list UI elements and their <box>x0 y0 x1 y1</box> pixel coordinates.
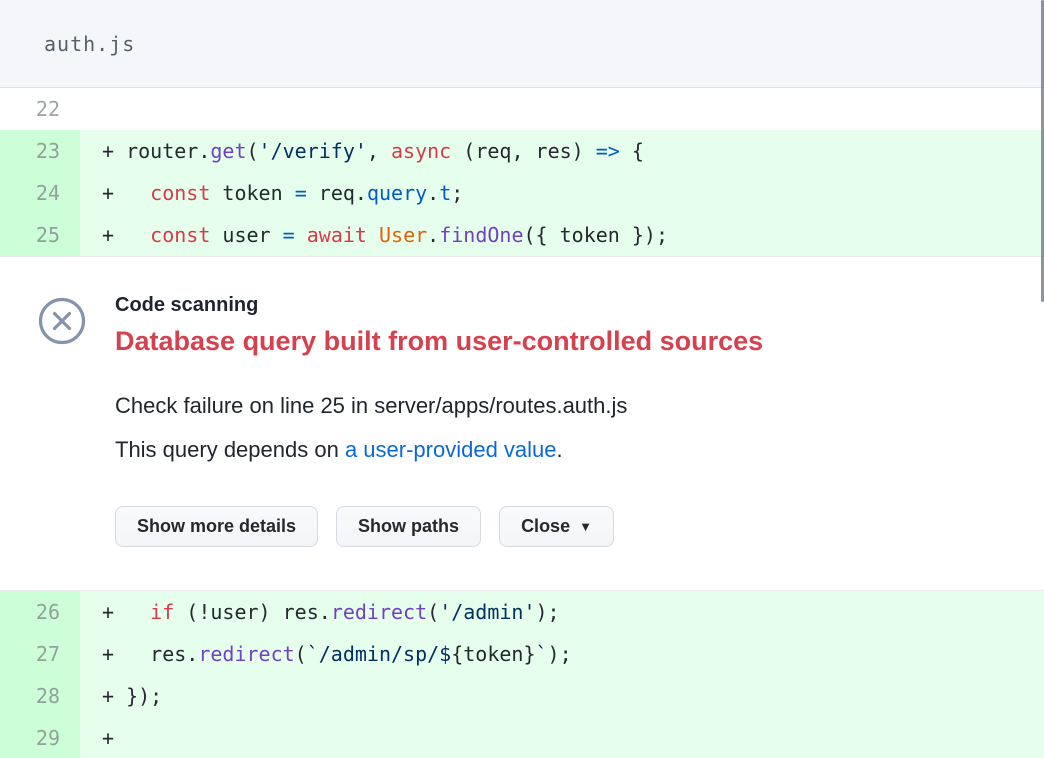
code-token: const <box>150 223 210 247</box>
code-token: + router. <box>102 139 210 163</box>
line-number-cell[interactable]: 29 <box>0 717 80 758</box>
code-token: ( <box>247 139 259 163</box>
alert-buttons: Show more details Show paths Close ▼ <box>115 506 1004 547</box>
code-cell: + router.get('/verify', async (req, res)… <box>80 130 1044 172</box>
code-token: . <box>427 223 439 247</box>
code-cell: + const user = await User.findOne({ toke… <box>80 214 1044 256</box>
code-cell: + <box>80 717 1044 758</box>
diff-row: 27+ res.redirect(`/admin/sp/${token}`); <box>0 633 1044 675</box>
code-token: findOne <box>439 223 523 247</box>
show-paths-button[interactable]: Show paths <box>336 506 481 547</box>
alert-detail-line2: This query depends on a user-provided va… <box>115 438 1004 462</box>
code-token: if <box>150 600 174 624</box>
code-token: ( <box>295 642 307 666</box>
code-cell: + if (!user) res.redirect('/admin'); <box>80 591 1044 633</box>
line-number-cell[interactable]: 26 <box>0 591 80 633</box>
code-cell: + }); <box>80 675 1044 717</box>
line-number-cell[interactable]: 23 <box>0 130 80 172</box>
code-token: t <box>439 181 451 205</box>
code-cell: + res.redirect(`/admin/sp/${token}`); <box>80 633 1044 675</box>
file-header: auth.js <box>0 0 1044 88</box>
code-token: async <box>391 139 451 163</box>
user-provided-value-link[interactable]: a user-provided value <box>345 437 557 462</box>
code-token: { <box>620 139 644 163</box>
code-token: ({ token }); <box>524 223 669 247</box>
alert-title: Database query built from user-controlle… <box>115 324 1004 358</box>
show-more-details-button[interactable]: Show more details <box>115 506 318 547</box>
code-token: + <box>102 181 150 205</box>
code-token: token <box>210 181 294 205</box>
code-token: + res. <box>102 642 198 666</box>
alert-detail-line1: Check failure on line 25 in server/apps/… <box>115 394 1004 418</box>
line-number-cell[interactable]: 22 <box>0 88 80 130</box>
code-token: ); <box>536 600 560 624</box>
code-token: ` <box>536 642 548 666</box>
code-token: , <box>367 139 391 163</box>
code-token: get <box>210 139 246 163</box>
code-cell: + const token = req.query.t; <box>80 172 1044 214</box>
filename-label: auth.js <box>44 32 135 56</box>
alert-tool-label: Code scanning <box>115 293 1004 317</box>
code-token: = <box>295 181 307 205</box>
code-token: ); <box>548 642 572 666</box>
code-token <box>295 223 307 247</box>
code-token: + <box>102 726 114 750</box>
diff-row: 28 + }); <box>0 675 1044 717</box>
code-token: user <box>210 223 282 247</box>
diff-row: 29 + <box>0 717 1044 758</box>
code-token: await <box>307 223 367 247</box>
code-token: redirect <box>198 642 294 666</box>
code-token: = <box>283 223 295 247</box>
code-scanning-alert: Code scanning Database query built from … <box>0 257 1044 590</box>
code-token: ; <box>451 181 463 205</box>
code-token: '/verify' <box>259 139 367 163</box>
code-token: `/admin/sp/$ <box>307 642 452 666</box>
x-circle-icon <box>38 297 86 350</box>
diff-block-bottom: 26+ if (!user) res.redirect('/admin');27… <box>0 590 1044 758</box>
line-number-cell[interactable]: 27 <box>0 633 80 675</box>
code-token: => <box>596 139 620 163</box>
line-number-cell[interactable]: 28 <box>0 675 80 717</box>
code-token: const <box>150 181 210 205</box>
detail-line2-prefix: This query depends on <box>115 437 345 462</box>
close-button[interactable]: Close ▼ <box>499 506 614 547</box>
code-token: ( <box>427 600 439 624</box>
code-token: (req, res) <box>451 139 596 163</box>
diff-row: 22 <box>0 88 1044 130</box>
code-token: User <box>379 223 427 247</box>
code-token: req. <box>307 181 367 205</box>
code-token: query <box>367 181 427 205</box>
diff-block-top: 2223+ router.get('/verify', async (req, … <box>0 88 1044 257</box>
code-token: . <box>427 181 439 205</box>
diff-row: 23+ router.get('/verify', async (req, re… <box>0 130 1044 172</box>
close-label: Close <box>521 516 570 537</box>
diff-row: 26+ if (!user) res.redirect('/admin'); <box>0 591 1044 633</box>
code-token: + <box>102 600 150 624</box>
diff-row: 24+ const token = req.query.t; <box>0 172 1044 214</box>
show-paths-label: Show paths <box>358 516 459 537</box>
code-token: + <box>102 223 150 247</box>
show-more-details-label: Show more details <box>137 516 296 537</box>
code-token: '/admin' <box>439 600 535 624</box>
caret-down-icon: ▼ <box>579 520 592 533</box>
code-token <box>367 223 379 247</box>
code-token: {token} <box>451 642 535 666</box>
diff-row: 25+ const user = await User.findOne({ to… <box>0 214 1044 256</box>
line-number-cell[interactable]: 25 <box>0 214 80 256</box>
code-token: + }); <box>102 684 162 708</box>
code-token: (!user) res. <box>174 600 331 624</box>
line-number-cell[interactable]: 24 <box>0 172 80 214</box>
detail-line2-suffix: . <box>557 437 563 462</box>
code-token: redirect <box>331 600 427 624</box>
code-cell <box>80 88 1044 130</box>
